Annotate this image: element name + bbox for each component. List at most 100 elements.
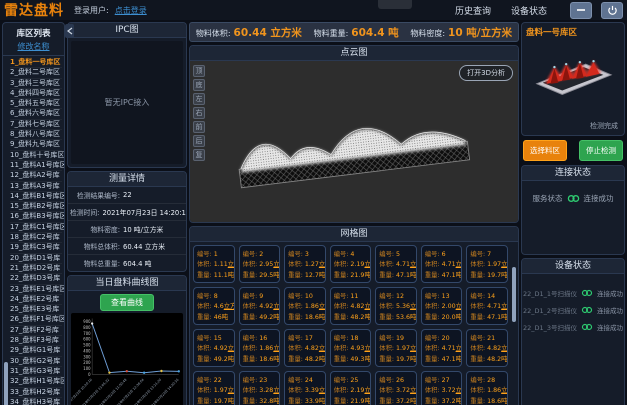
- sidebar-item-warehouse[interactable]: 23_盘料E1号库区: [10, 285, 62, 295]
- login-link[interactable]: 点击登录: [115, 5, 147, 16]
- view-button[interactable]: 后: [193, 135, 205, 147]
- sidebar-item-warehouse[interactable]: 7_盘料七号库区: [10, 120, 62, 130]
- sidebar-item-warehouse[interactable]: 21_盘料D2号库: [10, 264, 62, 274]
- cell-id-line: 编号: 4: [334, 249, 368, 258]
- cell-volume-line: 体积: 4.71立方米: [425, 343, 459, 352]
- link-icon: [581, 323, 593, 331]
- grid-scrollbar[interactable]: [512, 267, 516, 322]
- stat-value: 604.4 吨: [351, 25, 398, 40]
- device-status: 连接成功: [597, 305, 623, 315]
- device-status: 连接成功: [597, 322, 623, 332]
- device-status-button[interactable]: 设备状态: [511, 4, 547, 17]
- sidebar-item-warehouse[interactable]: 29_盘料G1号库: [10, 346, 62, 356]
- sidebar-item-warehouse[interactable]: 19_盘料C3号库: [10, 243, 62, 253]
- view-button[interactable]: 顶: [193, 65, 205, 77]
- cell-weight-line: 重量: 18.6吨: [470, 396, 504, 405]
- sidebar-item-warehouse[interactable]: 20_盘料D1号库: [10, 254, 62, 264]
- sidebar-item-warehouse[interactable]: 31_盘料G3号库: [10, 367, 62, 377]
- cell-volume-line: 体积: 4.6立方米: [197, 301, 231, 310]
- cell-volume-line: 体积: 3.72立方米: [425, 385, 459, 394]
- sidebar-item-warehouse[interactable]: 32_盘料H1号库区: [10, 377, 62, 387]
- view-button[interactable]: 左: [193, 93, 205, 105]
- stat-value: 10 吨/立方米: [448, 25, 512, 40]
- link-icon: [581, 306, 593, 314]
- grid-cell: 编号: 23体积: 3.28立方米重量: 32.8吨: [239, 371, 281, 405]
- grid-cell: 编号: 12体积: 5.36立方米重量: 53.6吨: [375, 287, 417, 325]
- sidebar-collapse-button[interactable]: [65, 24, 74, 38]
- zone-title: 盘料一号库区: [526, 26, 620, 38]
- measurement-value: 604.4 吨: [123, 258, 151, 268]
- svg-text:100: 100: [83, 366, 91, 371]
- sidebar-item-warehouse[interactable]: 9_盘料九号库区: [10, 140, 62, 150]
- cell-weight-line: 重量: 11.1吨: [197, 270, 231, 279]
- ipc-panel-title: IPC图: [68, 23, 186, 38]
- sidebar-item-warehouse[interactable]: 8_盘料八号库区: [10, 130, 62, 140]
- sidebar-item-warehouse[interactable]: 34_盘料H3号库: [10, 398, 62, 405]
- service-status-value: 连接成功: [584, 193, 614, 204]
- cell-weight-line: 重量: 19.7吨: [379, 354, 413, 363]
- cell-volume-line: 体积: 2.19立方米: [334, 385, 368, 394]
- view-button[interactable]: 前: [193, 121, 205, 133]
- sidebar-item-warehouse[interactable]: 12_盘料A2号库: [10, 171, 62, 181]
- stat-item: 物料密度:10 吨/立方米: [410, 25, 512, 40]
- cell-id-line: 编号: 18: [334, 333, 368, 342]
- cell-id-line: 编号: 23: [243, 375, 277, 384]
- sidebar-item-warehouse[interactable]: 5_盘料五号库区: [10, 99, 62, 109]
- sidebar-item-warehouse[interactable]: 18_盘料C2号库: [10, 233, 62, 243]
- sidebar-item-warehouse[interactable]: 10_盘料十号库区: [10, 151, 62, 161]
- grid-cell: 编号: 26体积: 3.72立方米重量: 37.2吨: [375, 371, 417, 405]
- svg-text:200: 200: [83, 360, 91, 365]
- link-icon: [581, 289, 593, 297]
- rename-link[interactable]: 修改名称: [3, 41, 64, 56]
- sidebar-item-warehouse[interactable]: 6_盘料六号库区: [10, 109, 62, 119]
- history-query-button[interactable]: 历史查询: [455, 4, 491, 17]
- power-button[interactable]: [601, 2, 623, 19]
- grid-cell: 编号: 28体积: 1.86立方米重量: 18.6吨: [466, 371, 508, 405]
- grid-cell: 编号: 9体积: 4.92立方米重量: 49.2吨: [239, 287, 281, 325]
- sidebar-item-warehouse[interactable]: 15_盘料B2号库区: [10, 202, 62, 212]
- minimize-icon: [576, 5, 586, 15]
- sidebar-item-warehouse[interactable]: 27_盘料F2号库: [10, 326, 62, 336]
- sidebar-item-warehouse[interactable]: 1_盘料一号库区: [10, 58, 62, 68]
- view-button[interactable]: 右: [193, 107, 205, 119]
- open-3d-analysis-button[interactable]: 打开3D分析: [459, 65, 513, 81]
- view-button[interactable]: 复: [193, 149, 205, 161]
- cell-weight-line: 重量: 19.7吨: [197, 396, 231, 405]
- grid-cell: 编号: 13体积: 2.00立方米重量: 20.0吨: [421, 287, 463, 325]
- stop-detect-button[interactable]: 停止检测: [579, 140, 623, 161]
- cell-weight-line: 重量: 19.7吨: [470, 270, 504, 279]
- view-curve-button[interactable]: 查看曲线: [100, 294, 154, 311]
- material-stats-bar: 物料体积:60.44 立方米物料重量:604.4 吨物料密度:10 吨/立方米: [189, 22, 519, 42]
- grid-cell: 编号: 22体积: 1.97立方米重量: 19.7吨: [193, 371, 235, 405]
- sidebar-item-warehouse[interactable]: 13_盘料A3号库: [10, 182, 62, 192]
- sidebar-item-warehouse[interactable]: 4_盘料四号库区: [10, 89, 62, 99]
- stat-label: 物料密度:: [410, 28, 445, 39]
- sidebar-item-warehouse[interactable]: 16_盘料B3号库区: [10, 212, 62, 222]
- sidebar-item-warehouse[interactable]: 25_盘料E3号库: [10, 305, 62, 315]
- cell-weight-line: 重量: 37.2吨: [425, 396, 459, 405]
- cell-id-line: 编号: 6: [425, 249, 459, 258]
- grid-cell: 编号: 17体积: 4.82立方米重量: 48.2吨: [284, 329, 326, 367]
- sidebar-item-warehouse[interactable]: 24_盘料E2号库: [10, 295, 62, 305]
- sidebar-scrollbar[interactable]: [4, 362, 8, 405]
- sidebar-item-warehouse[interactable]: 28_盘料F3号库: [10, 336, 62, 346]
- cell-id-line: 编号: 17: [288, 333, 322, 342]
- sidebar-item-warehouse[interactable]: 11_盘料A1号库区: [10, 161, 62, 171]
- sidebar-item-warehouse[interactable]: 30_盘料G2号库: [10, 357, 62, 367]
- sidebar-item-warehouse[interactable]: 2_盘料二号库区: [10, 68, 62, 78]
- sidebar-item-warehouse[interactable]: 33_盘料H2号库: [10, 388, 62, 398]
- pointcloud-viewport[interactable]: 顶底左右前后复 打开3D分析: [190, 61, 518, 222]
- view-button[interactable]: 底: [193, 79, 205, 91]
- minimize-button[interactable]: [570, 2, 592, 19]
- sidebar-item-warehouse[interactable]: 17_盘料C1号库区: [10, 223, 62, 233]
- device-rows: 22_D1_1号扫描仪连接成功22_D1_2号扫描仪连接成功22_D1_3号扫描…: [522, 274, 624, 332]
- sidebar-item-warehouse[interactable]: 22_盘料D3号库: [10, 274, 62, 284]
- cell-volume-line: 体积: 2.00立方米: [425, 301, 459, 310]
- select-zone-button[interactable]: 选择料区: [523, 140, 567, 161]
- ipc-empty-state: 暂无IPC接入: [71, 41, 183, 164]
- cell-id-line: 编号: 9: [243, 291, 277, 300]
- sidebar-item-warehouse[interactable]: 14_盘料B1号库区: [10, 192, 62, 202]
- sidebar-item-warehouse[interactable]: 26_盘料F1号库区: [10, 315, 62, 325]
- grid-cell: 编号: 10体积: 1.86立方米重量: 18.6吨: [284, 287, 326, 325]
- sidebar-item-warehouse[interactable]: 3_盘料三号库区: [10, 79, 62, 89]
